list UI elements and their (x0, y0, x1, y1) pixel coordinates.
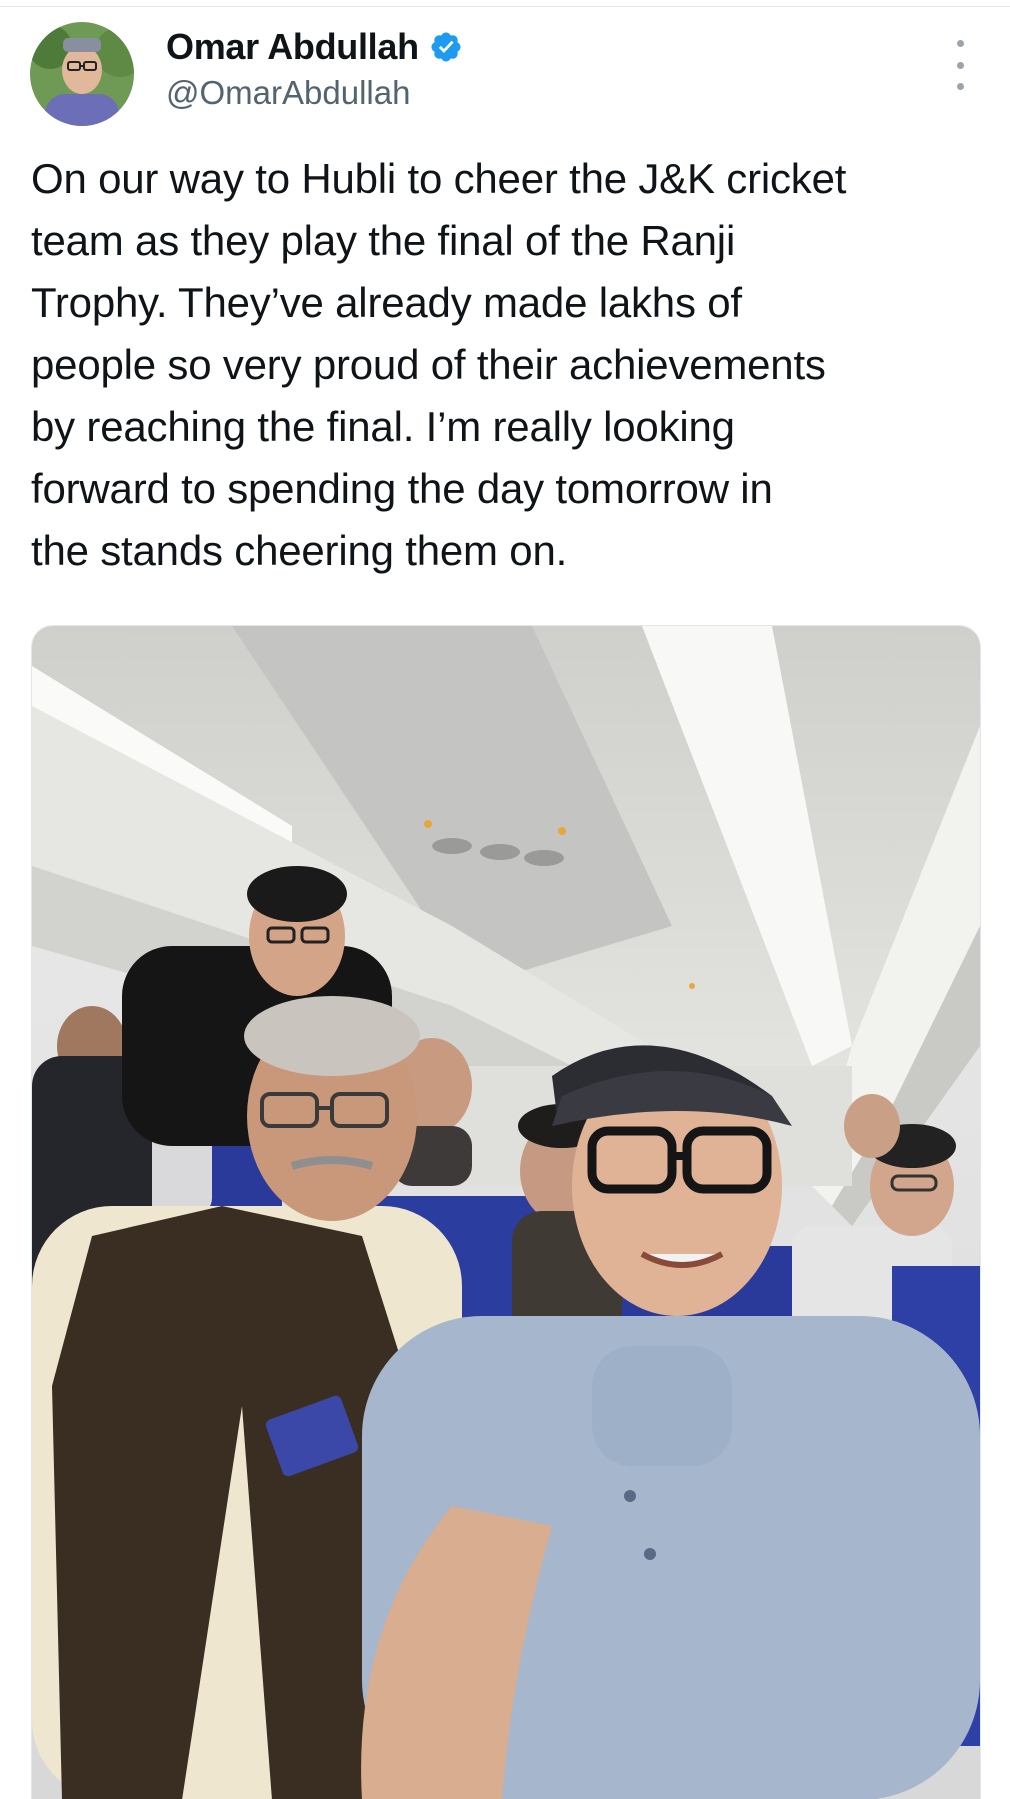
tweet-photo[interactable] (31, 625, 981, 1799)
display-name[interactable]: Omar Abdullah (166, 26, 419, 68)
author-handle[interactable]: @OmarAbdullah (166, 74, 410, 112)
tweet-text: On our way to Hubli to cheer the J&K cri… (31, 155, 847, 574)
top-divider (0, 0, 1010, 7)
more-options-button[interactable] (944, 40, 976, 90)
author-name-row[interactable]: Omar Abdullah (166, 26, 463, 68)
more-vertical-icon (956, 83, 964, 90)
avatar[interactable] (30, 22, 134, 126)
verified-badge-icon (429, 30, 463, 64)
tweet-card: Omar Abdullah @OmarAbdullah On our way t… (0, 0, 1010, 1799)
more-vertical-icon (956, 40, 964, 47)
more-vertical-icon (956, 61, 964, 69)
